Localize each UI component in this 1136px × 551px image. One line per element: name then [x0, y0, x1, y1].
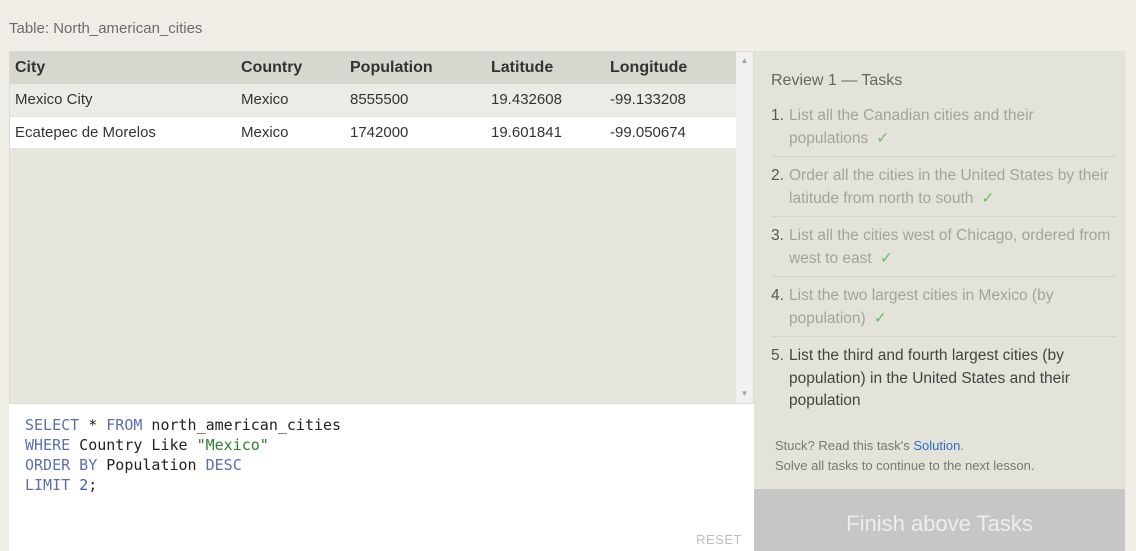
code-line: LIMIT 2; [25, 476, 98, 494]
results-table: City Country Population Latitude Longitu… [10, 52, 737, 149]
task-number: 2. [771, 167, 784, 184]
column-header-city: City [10, 52, 236, 84]
task-item: 1. List all the Canadian cities and thei… [771, 104, 1116, 157]
table-cell: Mexico City [10, 84, 236, 117]
code-line: WHERE Country Like "Mexico" [25, 436, 269, 454]
task-text: Order all the cities in the United State… [789, 167, 1109, 207]
column-header-country: Country [236, 52, 345, 84]
checkmark-icon: ✓ [873, 309, 887, 327]
task-panel: Review 1 — Tasks 1. List all the Canadia… [754, 51, 1125, 551]
results-scrollbar[interactable]: ▲ ▼ [736, 52, 753, 403]
table-cell: 19.432608 [486, 84, 605, 117]
table-header-row: City Country Population Latitude Longitu… [10, 52, 737, 84]
results-panel: City Country Population Latitude Longitu… [9, 51, 754, 404]
column-header-population: Population [345, 52, 486, 84]
task-number: 4. [771, 287, 784, 304]
checkmark-icon: ✓ [879, 249, 893, 267]
table-caption: Table: North_american_cities [9, 20, 203, 37]
table-row: Mexico City Mexico 8555500 19.432608 -99… [10, 84, 737, 117]
scroll-down-arrow-icon[interactable]: ▼ [736, 387, 753, 401]
task-text: List the two largest cities in Mexico (b… [789, 287, 1054, 327]
task-text: List all the Canadian cities and their p… [789, 107, 1034, 147]
column-header-latitude: Latitude [486, 52, 605, 84]
task-text: List the third and fourth largest cities… [789, 347, 1070, 409]
table-cell: 8555500 [345, 84, 486, 117]
task-number: 5. [771, 347, 784, 364]
task-number: 1. [771, 107, 784, 124]
table-cell: 1742000 [345, 116, 486, 149]
scroll-up-arrow-icon[interactable]: ▲ [736, 54, 753, 68]
sql-editor[interactable]: SELECT * FROM north_american_cities WHERE… [9, 404, 754, 551]
task-panel-title: Review 1 — Tasks [771, 72, 903, 89]
table-cell: 19.601841 [486, 116, 605, 149]
table-cell: Mexico [236, 116, 345, 149]
checkmark-icon: ✓ [876, 129, 890, 147]
table-cell: -99.050674 [605, 116, 737, 149]
task-text: List all the cities west of Chicago, ord… [789, 227, 1111, 267]
checkmark-icon: ✓ [981, 189, 995, 207]
help-line-1: Stuck? Read this task's Solution. [775, 438, 964, 453]
solution-link[interactable]: Solution [913, 438, 960, 453]
code-line: ORDER BY Population DESC [25, 456, 242, 474]
column-header-longitude: Longitude [605, 52, 737, 84]
task-item-current: 5. List the third and fourth largest cit… [771, 344, 1116, 419]
task-item: 2. Order all the cities in the United St… [771, 164, 1116, 217]
help-text: Stuck? Read this task's Solution. Solve … [775, 436, 1034, 476]
task-number: 3. [771, 227, 784, 244]
help-line-2: Solve all tasks to continue to the next … [775, 458, 1035, 473]
table-cell: Mexico [236, 84, 345, 117]
sql-code[interactable]: SELECT * FROM north_american_cities WHERE… [25, 415, 341, 495]
task-item: 3. List all the cities west of Chicago, … [771, 224, 1116, 277]
table-cell: -99.133208 [605, 84, 737, 117]
task-list: 1. List all the Canadian cities and thei… [771, 104, 1116, 426]
finish-tasks-button[interactable]: Finish above Tasks [754, 489, 1125, 551]
table-cell: Ecatepec de Morelos [10, 116, 236, 149]
reset-button[interactable]: RESET [696, 532, 742, 547]
task-item: 4. List the two largest cities in Mexico… [771, 284, 1116, 337]
table-row: Ecatepec de Morelos Mexico 1742000 19.60… [10, 116, 737, 149]
code-line: SELECT * FROM north_american_cities [25, 416, 342, 434]
